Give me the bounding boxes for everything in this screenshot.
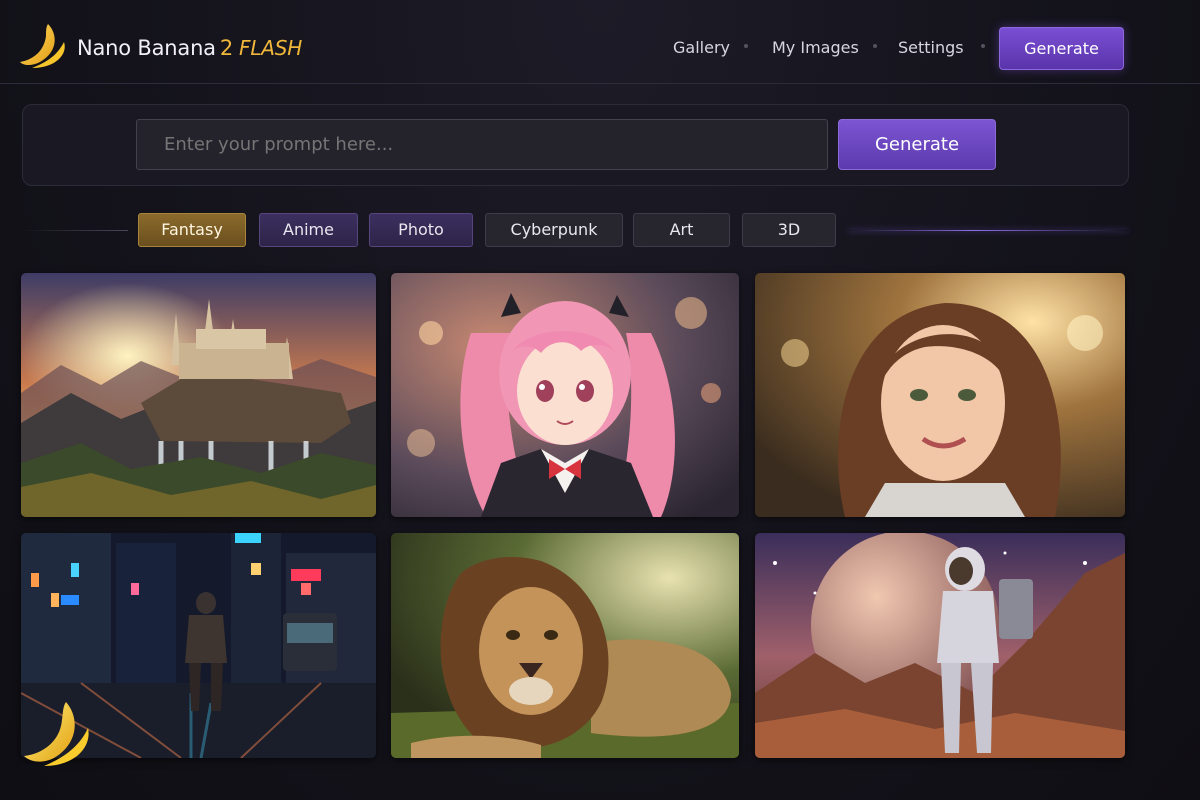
nav-separator	[981, 44, 985, 48]
banana-watermark-icon	[22, 700, 94, 768]
divider-glow-line	[848, 230, 1128, 231]
nav-gallery[interactable]: Gallery	[673, 38, 730, 57]
app-header: Nano Banana 2 FLASH Gallery My Images Sett…	[0, 0, 1200, 84]
app-edition: FLASH	[239, 36, 303, 60]
lion-image	[391, 533, 739, 758]
app-name: Nano Banana	[77, 36, 216, 60]
nav-separator	[873, 44, 877, 48]
castle-image	[21, 273, 376, 517]
chip-art[interactable]: Art	[633, 213, 730, 247]
gallery-image-castle[interactable]	[21, 273, 376, 517]
chip-fantasy[interactable]: Fantasy	[138, 213, 246, 247]
prompt-generate-button[interactable]: Generate	[838, 119, 996, 170]
nav-my-images[interactable]: My Images	[772, 38, 859, 57]
chip-cyberpunk[interactable]: Cyberpunk	[485, 213, 623, 247]
nav-separator	[744, 44, 748, 48]
header-generate-button[interactable]: Generate	[999, 27, 1124, 70]
app-version: 2	[219, 36, 234, 60]
astronaut-image	[755, 533, 1125, 758]
app-brand: Nano Banana 2 FLASH	[77, 36, 302, 60]
nav-settings[interactable]: Settings	[898, 38, 964, 57]
gallery-image-portrait[interactable]	[755, 273, 1125, 517]
gallery-image-anime-girl[interactable]	[391, 273, 739, 517]
gallery-image-astronaut[interactable]	[755, 533, 1125, 758]
prompt-input[interactable]	[136, 119, 828, 170]
anime-girl-image	[391, 273, 739, 517]
gallery-image-lion[interactable]	[391, 533, 739, 758]
divider-line	[22, 230, 128, 231]
chip-anime[interactable]: Anime	[259, 213, 358, 247]
portrait-image	[755, 273, 1125, 517]
banana-logo-icon[interactable]	[18, 22, 70, 70]
chip-3d[interactable]: 3D	[742, 213, 836, 247]
chip-photo[interactable]: Photo	[369, 213, 473, 247]
